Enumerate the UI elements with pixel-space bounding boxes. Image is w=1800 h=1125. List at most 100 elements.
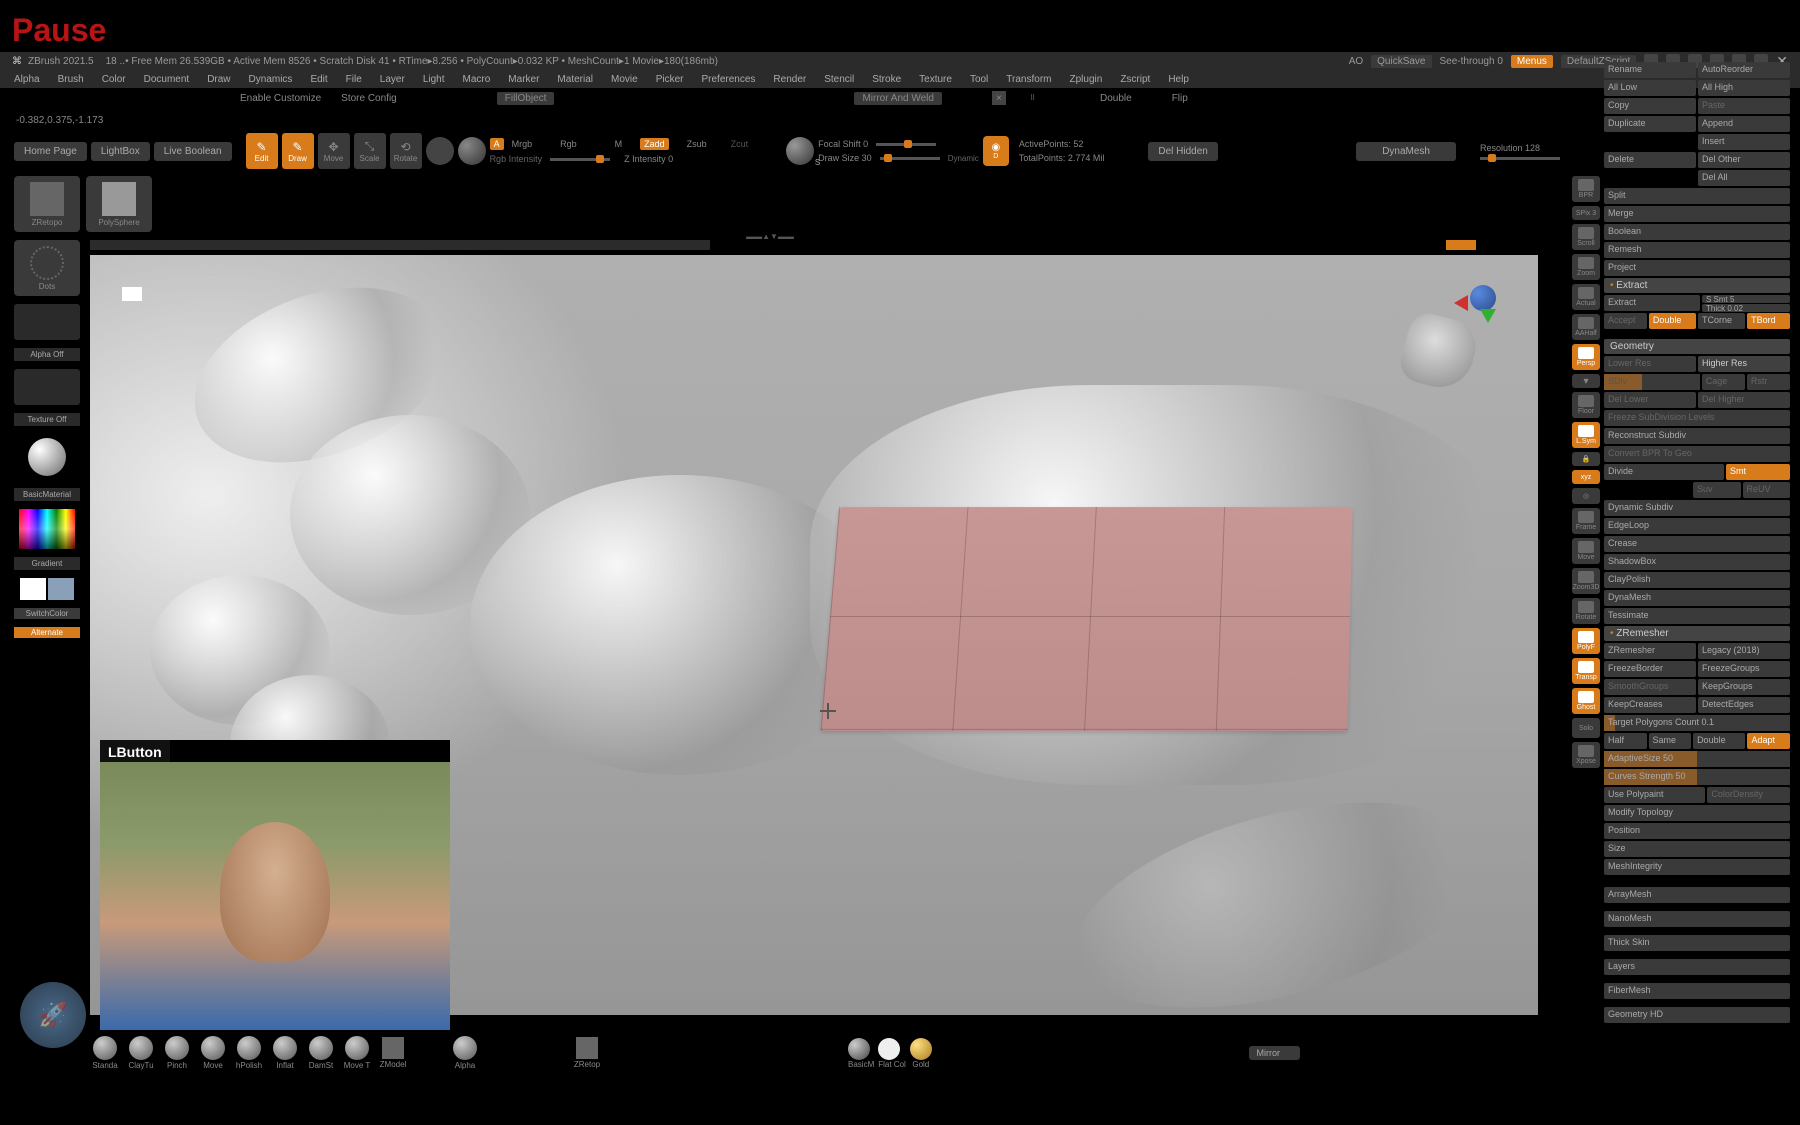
split-button[interactable]: Split [1604,188,1790,204]
rgb-intensity-slider[interactable] [550,158,610,161]
dynamesh-button[interactable]: DynaMesh [1356,142,1456,161]
brush-zretop[interactable]: ZRetop [572,1037,602,1069]
rstr-toggle[interactable]: Rstr [1747,374,1790,390]
spix-slider[interactable]: SPix 3 [1572,206,1600,220]
sculptris-toggle[interactable] [458,137,486,165]
modify-topology-button[interactable]: Modify Topology [1604,805,1790,821]
mirror-and-weld-button[interactable]: Mirror And Weld [854,92,942,105]
all-high-button[interactable]: All High [1698,80,1790,96]
tcorne-toggle[interactable]: TCorne [1698,313,1745,329]
frame-button[interactable]: Frame [1572,508,1600,534]
shelf-indicator[interactable] [1446,240,1476,250]
double-toggle[interactable]: Double [1100,93,1132,104]
color-picker[interactable] [19,509,75,549]
del-other-button[interactable]: Del Other [1698,152,1790,168]
fibermesh-button[interactable]: FiberMesh [1604,983,1790,999]
brush-hpolish[interactable]: hPolish [234,1036,264,1070]
menu-picker[interactable]: Picker [656,74,684,85]
flip-toggle[interactable]: Flip [1172,93,1188,104]
menu-zplugin[interactable]: Zplugin [1070,74,1103,85]
mrgb-toggle[interactable]: Mrgb [512,139,533,149]
close-shelf-icon[interactable]: × [992,91,1006,105]
ghost-button[interactable]: Ghost [1572,688,1600,714]
brush-alpha[interactable]: Alpha [450,1036,480,1070]
stroke-icon[interactable]: S [786,137,814,165]
smt-toggle[interactable]: Smt [1726,464,1790,480]
menu-dynamics[interactable]: Dynamics [249,74,293,85]
material-gold[interactable]: Gold [910,1038,932,1069]
freezegroups-toggle[interactable]: FreezeGroups [1698,661,1790,677]
brush-inflat[interactable]: Inflat [270,1036,300,1070]
geometry-header[interactable]: Geometry [1604,339,1790,354]
rgb-toggle[interactable]: Rgb [560,139,577,149]
divide-button[interactable]: Divide [1604,464,1724,480]
brush-movetopological[interactable]: Move T [342,1036,372,1070]
dots-tool[interactable]: Dots [14,240,80,296]
resolution-slider[interactable] [1480,157,1560,160]
project-button[interactable]: Project [1604,260,1790,276]
edit-mode-button[interactable]: ✎Edit [246,133,278,169]
menu-material[interactable]: Material [557,74,593,85]
rotate3d-button[interactable]: Rotate [1572,598,1600,624]
zretopo-tool[interactable]: ZRetopo [14,176,80,232]
extract-header[interactable]: Extract [1604,278,1790,293]
del-hidden-button[interactable]: Del Hidden [1148,142,1217,161]
rename-button[interactable]: Rename [1604,62,1696,78]
seethrough-slider[interactable]: See-through 0 [1440,56,1503,67]
boolean-button[interactable]: Boolean [1604,224,1790,240]
brush-move[interactable]: Move [198,1036,228,1070]
remesh-button[interactable]: Remesh [1604,242,1790,258]
dynamic-toggle[interactable]: Dynamic [948,154,979,163]
zadd-toggle[interactable]: Zadd [640,138,669,150]
floor-button[interactable]: Floor [1572,392,1600,418]
material-preview[interactable] [14,434,80,480]
bpr-button[interactable]: BPR [1572,176,1600,202]
retopo-patch[interactable] [821,507,1353,731]
zoom3d-button[interactable]: Zoom3D [1572,568,1600,594]
dynamesh-panel-button[interactable]: DynaMesh [1604,590,1790,606]
zoom-button[interactable]: Zoom [1572,254,1600,280]
move3d-button[interactable]: Move [1572,538,1600,564]
m-toggle[interactable]: M [615,139,623,149]
double-button[interactable]: Double [1693,733,1745,749]
zremesher-button[interactable]: ZRemesher [1604,643,1696,659]
menu-brush[interactable]: Brush [58,74,84,85]
rotate-mode-button[interactable]: ⟲Rotate [390,133,422,169]
detectedges-toggle[interactable]: DetectEdges [1698,697,1790,713]
use-polypaint-toggle[interactable]: Use Polypaint [1604,787,1705,803]
menu-transform[interactable]: Transform [1006,74,1051,85]
swatch-primary[interactable] [20,578,46,600]
menu-render[interactable]: Render [773,74,806,85]
merge-button[interactable]: Merge [1604,206,1790,222]
alternate-button[interactable]: Alternate [14,627,80,638]
claypolish-button[interactable]: ClayPolish [1604,572,1790,588]
same-button[interactable]: Same [1649,733,1692,749]
polysphere-tool[interactable]: PolySphere [86,176,152,232]
store-config-button[interactable]: Store Config [341,93,397,104]
brush-zmodeler[interactable]: ZModel [378,1037,408,1069]
scroll-button[interactable]: Scroll [1572,224,1600,250]
gizmo-toggle[interactable] [426,137,454,165]
autoreorder-button[interactable]: AutoReorder [1698,62,1790,78]
brush-pinch[interactable]: Pinch [162,1036,192,1070]
reconstruct-subdiv-button[interactable]: Reconstruct Subdiv [1604,428,1790,444]
menu-color[interactable]: Color [102,74,126,85]
layers-button[interactable]: Layers [1604,959,1790,975]
crease-button[interactable]: Crease [1604,536,1790,552]
higher-res-button[interactable]: Higher Res [1698,356,1790,372]
xpose-button[interactable]: Xpose [1572,742,1600,768]
menu-edit[interactable]: Edit [310,74,327,85]
ssmt-slider[interactable]: S Smt 5 [1702,295,1790,303]
color-swatches[interactable] [14,578,80,600]
freezeborder-toggle[interactable]: FreezeBorder [1604,661,1696,677]
adaptivesize-slider[interactable]: AdaptiveSize 50 [1604,751,1790,767]
menu-stroke[interactable]: Stroke [872,74,901,85]
sub-toolbar-arrows[interactable]: ▬▬▲▼▬▬ [730,232,810,242]
tessimate-button[interactable]: Tessimate [1604,608,1790,624]
lock-button[interactable]: 🔒 [1572,452,1600,466]
menu-macro[interactable]: Macro [463,74,491,85]
brush-claytubes[interactable]: ClayTu [126,1036,156,1070]
target-poly-slider[interactable]: Target Polygons Count 0.1 [1604,715,1790,731]
menu-texture[interactable]: Texture [919,74,952,85]
material-flatcolor[interactable]: Flat Col [878,1038,906,1069]
